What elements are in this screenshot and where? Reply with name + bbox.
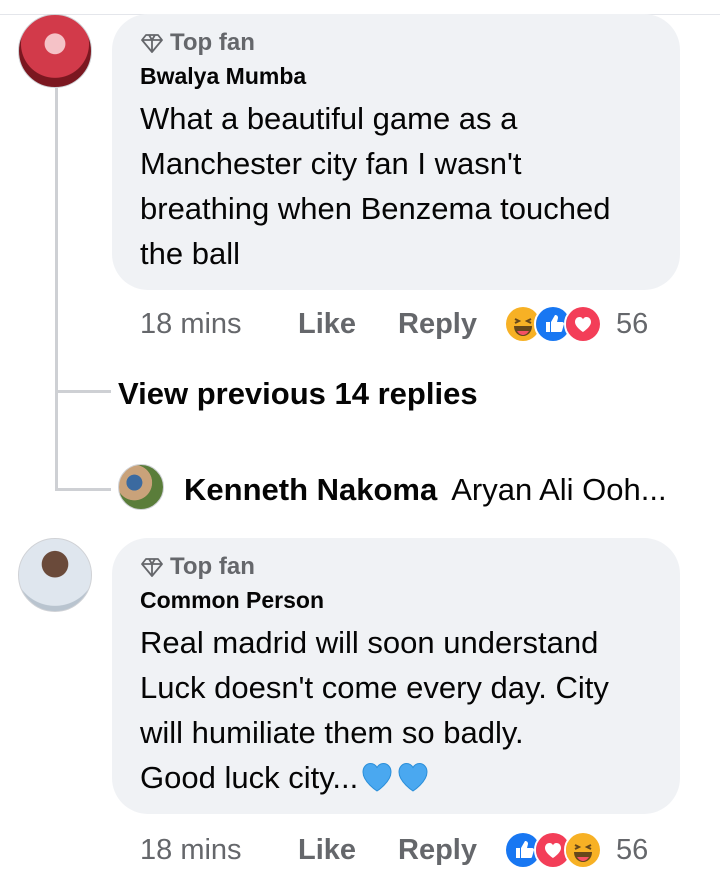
view-previous-replies-link[interactable]: View previous 14 replies <box>118 374 478 414</box>
comment-line: Real madrid will soon understand <box>140 625 599 660</box>
reply-snippet: Aryan Ali Ooh... <box>451 472 667 507</box>
reaction-count: 56 <box>616 833 649 866</box>
like-button[interactable]: Like <box>298 308 398 341</box>
latest-reply-preview[interactable]: Kenneth Nakoma Aryan Ali Ooh... <box>184 470 667 510</box>
blue-heart-icon <box>398 762 428 792</box>
like-button[interactable]: Like <box>298 834 398 867</box>
comment-time[interactable]: 18 mins <box>140 834 298 867</box>
avatar[interactable] <box>18 14 92 88</box>
comment-bubble: Top fan Common Person Real madrid will s… <box>112 538 680 814</box>
badge-label: Top fan <box>170 553 255 580</box>
reply-button[interactable]: Reply <box>398 834 504 867</box>
thread-line-branch-2 <box>55 488 111 491</box>
comment-line: will humiliate them so badly. <box>140 715 524 750</box>
comment-line-last: Good luck city... <box>140 755 652 800</box>
blue-heart-icon <box>362 762 392 792</box>
comment-text: Real madrid will soon understand Luck do… <box>140 620 652 800</box>
diamond-icon <box>141 34 163 53</box>
thread-line-branch-1 <box>55 390 111 393</box>
reaction-count: 56 <box>616 307 649 340</box>
haha-reaction-icon <box>564 831 602 869</box>
avatar[interactable] <box>18 538 92 612</box>
comment-time[interactable]: 18 mins <box>140 308 298 341</box>
reply-author[interactable]: Kenneth Nakoma <box>184 472 437 507</box>
top-fan-badge: Top fan <box>140 552 652 582</box>
badge-label: Top fan <box>170 29 255 56</box>
top-fan-badge: Top fan <box>140 28 652 58</box>
reaction-summary[interactable]: 56 <box>504 305 648 343</box>
diamond-icon <box>141 558 163 577</box>
reaction-summary[interactable]: 56 <box>504 831 648 869</box>
reply-button[interactable]: Reply <box>398 308 504 341</box>
comment-text: What a beautiful game as a Manchester ci… <box>140 101 611 271</box>
comment-line: Good luck city... <box>140 760 359 795</box>
comment-author[interactable]: Common Person <box>140 584 652 616</box>
reply-avatar[interactable] <box>118 464 164 510</box>
love-reaction-icon <box>564 305 602 343</box>
thread-line-vertical <box>55 88 58 490</box>
comment-line: Luck doesn't come every day. City <box>140 670 609 705</box>
comment-author[interactable]: Bwalya Mumba <box>140 60 652 92</box>
comment-actions: 18 mins Like Reply 56 <box>140 302 648 346</box>
comment-bubble: Top fan Bwalya Mumba What a beautiful ga… <box>112 14 680 290</box>
comment-actions: 18 mins Like Reply 56 <box>140 828 648 872</box>
